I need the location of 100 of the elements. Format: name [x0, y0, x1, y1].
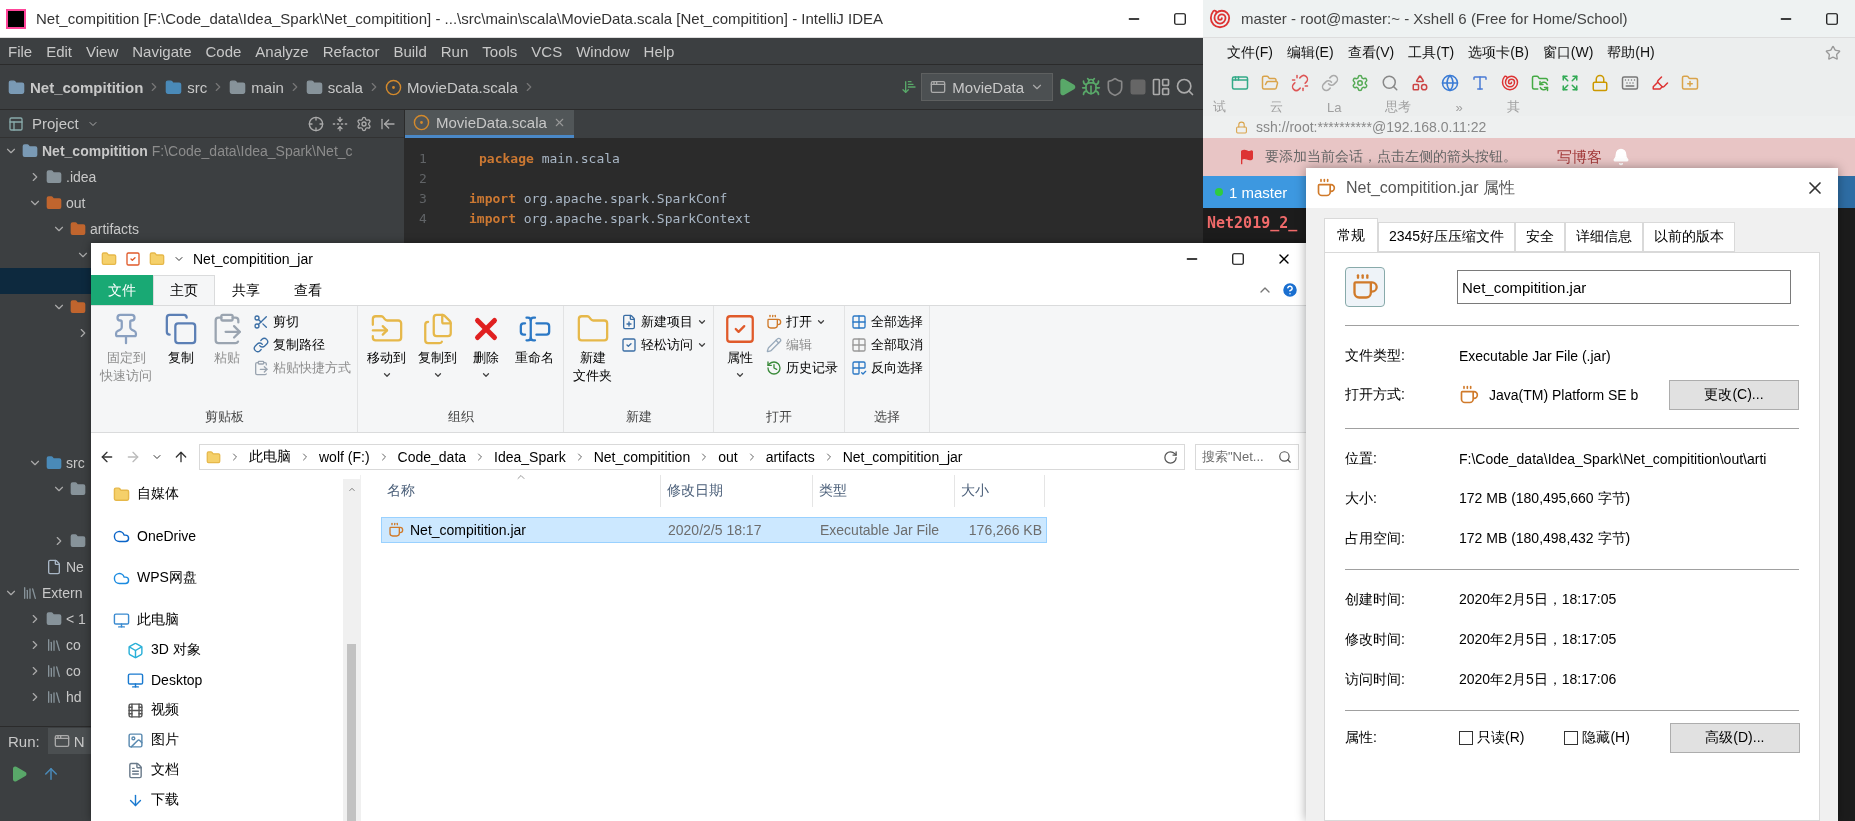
- ribbon-button[interactable]: 移动到: [364, 310, 409, 382]
- tree-item[interactable]: src: [0, 450, 91, 476]
- menu-item[interactable]: Tools: [482, 42, 518, 60]
- breadcrumb-item[interactable]: Net_compitition: [8, 78, 144, 96]
- ribbon-button[interactable]: 复制到: [415, 310, 460, 382]
- settings-icon[interactable]: [1351, 74, 1369, 92]
- font-icon[interactable]: [1471, 74, 1489, 92]
- breadcrumb-item[interactable]: Code_data: [397, 449, 467, 465]
- column-header[interactable]: 类型: [813, 475, 955, 507]
- highlighter-icon[interactable]: [1651, 74, 1669, 92]
- breadcrumb-item[interactable]: MovieData.scala: [384, 78, 518, 96]
- up-icon[interactable]: [173, 449, 189, 465]
- address-bar[interactable]: 此电脑 wolf (F:) Code_data Idea_Spark Net_compitition out artifacts Net_compitition_jar: [199, 444, 1185, 470]
- star-icon[interactable]: [1825, 45, 1841, 61]
- breadcrumb-item[interactable]: main: [229, 78, 284, 96]
- dialog-tab[interactable]: 安全: [1515, 222, 1566, 252]
- properties-icon[interactable]: [125, 251, 141, 267]
- help-icon[interactable]: [1281, 281, 1299, 299]
- tree-item[interactable]: Ne: [0, 554, 91, 580]
- ribbon-button[interactable]: 属性: [720, 310, 760, 382]
- editor-tab[interactable]: MovieData.scala: [405, 110, 574, 138]
- search-icon[interactable]: [1175, 77, 1195, 97]
- shell-icon[interactable]: [1501, 74, 1519, 92]
- ribbon-button[interactable]: 剪切: [253, 312, 351, 332]
- tree-item[interactable]: artifacts: [0, 216, 404, 242]
- maximize-icon[interactable]: [1231, 252, 1245, 266]
- nav-item[interactable]: Desktop: [127, 665, 203, 695]
- tree-item[interactable]: co: [0, 632, 91, 658]
- breadcrumb-item[interactable]: Idea_Spark: [494, 449, 566, 465]
- column-header[interactable]: 修改日期: [661, 475, 813, 507]
- nav-item[interactable]: OneDrive: [113, 521, 197, 551]
- advanced-button[interactable]: 高级(D)...: [1669, 723, 1800, 753]
- ribbon-button[interactable]: 新建项目: [621, 312, 707, 332]
- checkbox[interactable]: 只读(R): [1459, 729, 1525, 747]
- search-icon[interactable]: [1381, 74, 1399, 92]
- tree-item[interactable]: Extern: [0, 580, 91, 606]
- ribbon-button[interactable]: 全部取消: [851, 335, 923, 355]
- column-header[interactable]: 名称: [381, 475, 661, 507]
- tree-item[interactable]: hd: [0, 684, 91, 710]
- column-header[interactable]: 大小: [955, 475, 1045, 507]
- disconnect-icon[interactable]: [1291, 74, 1309, 92]
- menu-item[interactable]: Navigate: [132, 42, 192, 60]
- menu-item[interactable]: Build: [393, 42, 427, 60]
- nav-item[interactable]: 自媒体: [113, 479, 179, 509]
- tree-item[interactable]: < 1: [0, 606, 91, 632]
- structure-icon[interactable]: [1151, 77, 1171, 97]
- menu-item[interactable]: Edit: [46, 42, 73, 60]
- dialog-tab[interactable]: 2345好压压缩文件: [1378, 222, 1516, 252]
- coverage-icon[interactable]: [1105, 77, 1125, 97]
- breadcrumb-item[interactable]: 此电脑: [249, 448, 291, 466]
- locate-icon[interactable]: [308, 115, 324, 132]
- project-view-dropdown[interactable]: Project: [32, 115, 79, 132]
- dialog-tab[interactable]: 以前的版本: [1643, 222, 1736, 252]
- fullscreen-icon[interactable]: [1561, 74, 1579, 92]
- ribbon-button[interactable]: 反向选择: [851, 358, 923, 378]
- menu-item[interactable]: Analyze: [255, 42, 309, 60]
- file-row[interactable]: Net_compitition.jar 2020/2/5 18:17 Executable Jar File 176,266 KB: [381, 517, 1047, 543]
- nav-item[interactable]: WPS网盘: [113, 563, 197, 593]
- menu-item[interactable]: Refactor: [322, 42, 380, 60]
- new-session-icon[interactable]: [1231, 74, 1249, 92]
- ribbon-button[interactable]: 历史记录: [766, 358, 838, 378]
- transfer-icon[interactable]: [1531, 74, 1549, 92]
- checkbox[interactable]: 隐藏(H): [1564, 729, 1630, 747]
- refresh-icon[interactable]: [1163, 449, 1178, 465]
- ribbon-button[interactable]: 复制路径: [253, 335, 351, 355]
- nav-item[interactable]: 视频: [127, 695, 179, 725]
- nav-item[interactable]: 下载: [127, 785, 179, 815]
- menu-item[interactable]: Run: [440, 42, 469, 60]
- ribbon-button[interactable]: 新建 文件夹: [570, 310, 615, 387]
- run-icon[interactable]: [10, 765, 28, 783]
- menu-item[interactable]: 工具(T): [1408, 44, 1455, 62]
- menu-item[interactable]: 窗口(W): [1542, 44, 1594, 62]
- ribbon-button[interactable]: 全部选择: [851, 312, 923, 332]
- nav-item[interactable]: 图片: [127, 725, 179, 755]
- tree-item[interactable]: co: [0, 658, 91, 684]
- ribbon-button[interactable]: 删除: [466, 310, 506, 382]
- back-icon[interactable]: [99, 449, 115, 465]
- breadcrumb-item[interactable]: src: [165, 78, 208, 96]
- run-tab[interactable]: N: [47, 728, 91, 754]
- breadcrumb-item[interactable]: scala: [305, 78, 363, 96]
- menu-item[interactable]: File: [8, 42, 33, 60]
- globe-icon[interactable]: [1441, 74, 1459, 92]
- ribbon-button[interactable]: 打开: [766, 312, 838, 332]
- menu-item[interactable]: View: [86, 42, 119, 60]
- menu-item[interactable]: 查看(V): [1347, 44, 1395, 62]
- nav-item[interactable]: 文档: [127, 755, 179, 785]
- ribbon-button[interactable]: 复制: [161, 310, 201, 369]
- menu-item[interactable]: Window: [576, 42, 630, 60]
- breadcrumb-item[interactable]: out: [718, 449, 738, 465]
- keyboard-icon[interactable]: [1621, 74, 1639, 92]
- menu-item[interactable]: 文件(F): [1227, 44, 1273, 62]
- maximize-icon[interactable]: [1825, 11, 1839, 26]
- lock-icon[interactable]: [1591, 74, 1609, 92]
- debug-icon[interactable]: [1081, 77, 1101, 97]
- breadcrumb-item[interactable]: artifacts: [765, 449, 815, 465]
- layout-icon[interactable]: [1411, 74, 1429, 92]
- menu-item[interactable]: 选项卡(B): [1468, 44, 1529, 62]
- menu-item[interactable]: 编辑(E): [1286, 44, 1334, 62]
- blog-link[interactable]: 写博客: [1557, 147, 1602, 167]
- breadcrumb-item[interactable]: Net_compitition: [593, 449, 691, 465]
